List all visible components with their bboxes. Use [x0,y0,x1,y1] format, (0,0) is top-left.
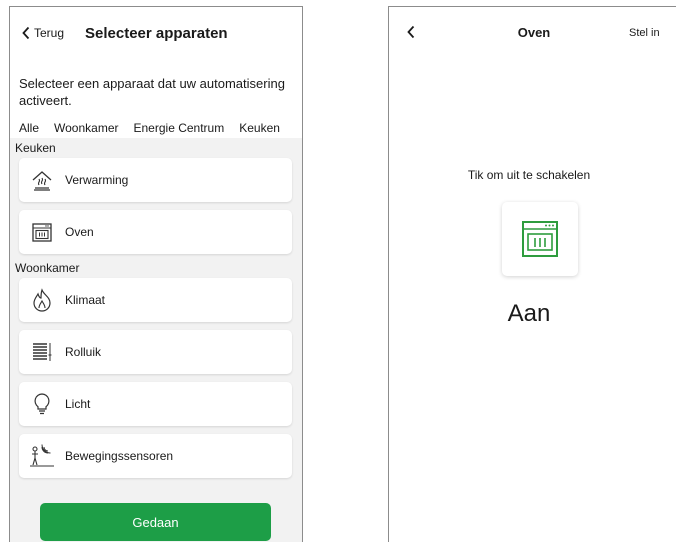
header: Terug Selecteer apparaten [10,7,302,61]
title-text: Oven [517,25,551,40]
device-card-rolluik[interactable]: Rolluik [19,330,292,374]
oven-toggle-tile[interactable] [502,202,578,276]
description: Selecteer een apparaat dat uw automatise… [19,76,285,108]
device-card-verwarming[interactable]: Verwarming [19,158,292,202]
back-button[interactable]: Terug [21,26,64,40]
tab-energie-centrum[interactable]: Energie Centrum [134,111,225,141]
page-title: Selecteer apparaten [85,25,228,42]
device-label: Bewegingssensoren [65,449,174,463]
device-label: Oven [65,225,94,239]
toggle-hint: Tik om uit te schakelen [389,168,676,182]
device-card-licht[interactable]: Licht [19,382,292,426]
oven-icon [30,220,54,244]
device-label: Licht [65,397,91,411]
oven-icon [522,221,558,257]
state-text: Aan [507,300,551,327]
back-label: Terug [34,26,65,40]
motion-sensor-icon [30,444,54,468]
device-card-oven[interactable]: Oven [19,210,292,254]
tab-all[interactable]: Alle [17,111,41,142]
done-button[interactable]: Gedaan [40,503,271,541]
setup-button[interactable]: Stel in [629,27,660,39]
tab-woonkamer[interactable]: Woonkamer [54,111,118,141]
section-label-keuken: Keuken [15,141,56,155]
heater-icon [30,168,54,192]
shutter-icon [30,340,54,364]
device-card-klimaat[interactable]: Klimaat [19,278,292,322]
tab-keuken[interactable]: Keuken [239,111,280,141]
device-card-bewegingssensoren[interactable]: Bewegingssensoren [19,434,292,478]
chevron-left-icon [22,26,30,40]
device-state: Aan [389,300,676,328]
flame-icon [30,288,54,312]
device-detail-screen: Oven Stel in Tik om uit te schakelen Aan [388,6,676,542]
device-label: Verwarming [65,173,129,187]
section-label-woonkamer: Woonkamer [15,261,80,275]
device-list: Keuken Verwarming Oven Woonkamer Klimaat [10,138,302,542]
device-label: Klimaat [65,293,106,307]
bulb-icon [30,392,54,416]
device-label: Rolluik [65,345,102,359]
hint-text: Tik om uit te schakelen [467,168,591,182]
device-selection-screen: Terug Selecteer apparaten Selecteer een … [9,6,303,542]
